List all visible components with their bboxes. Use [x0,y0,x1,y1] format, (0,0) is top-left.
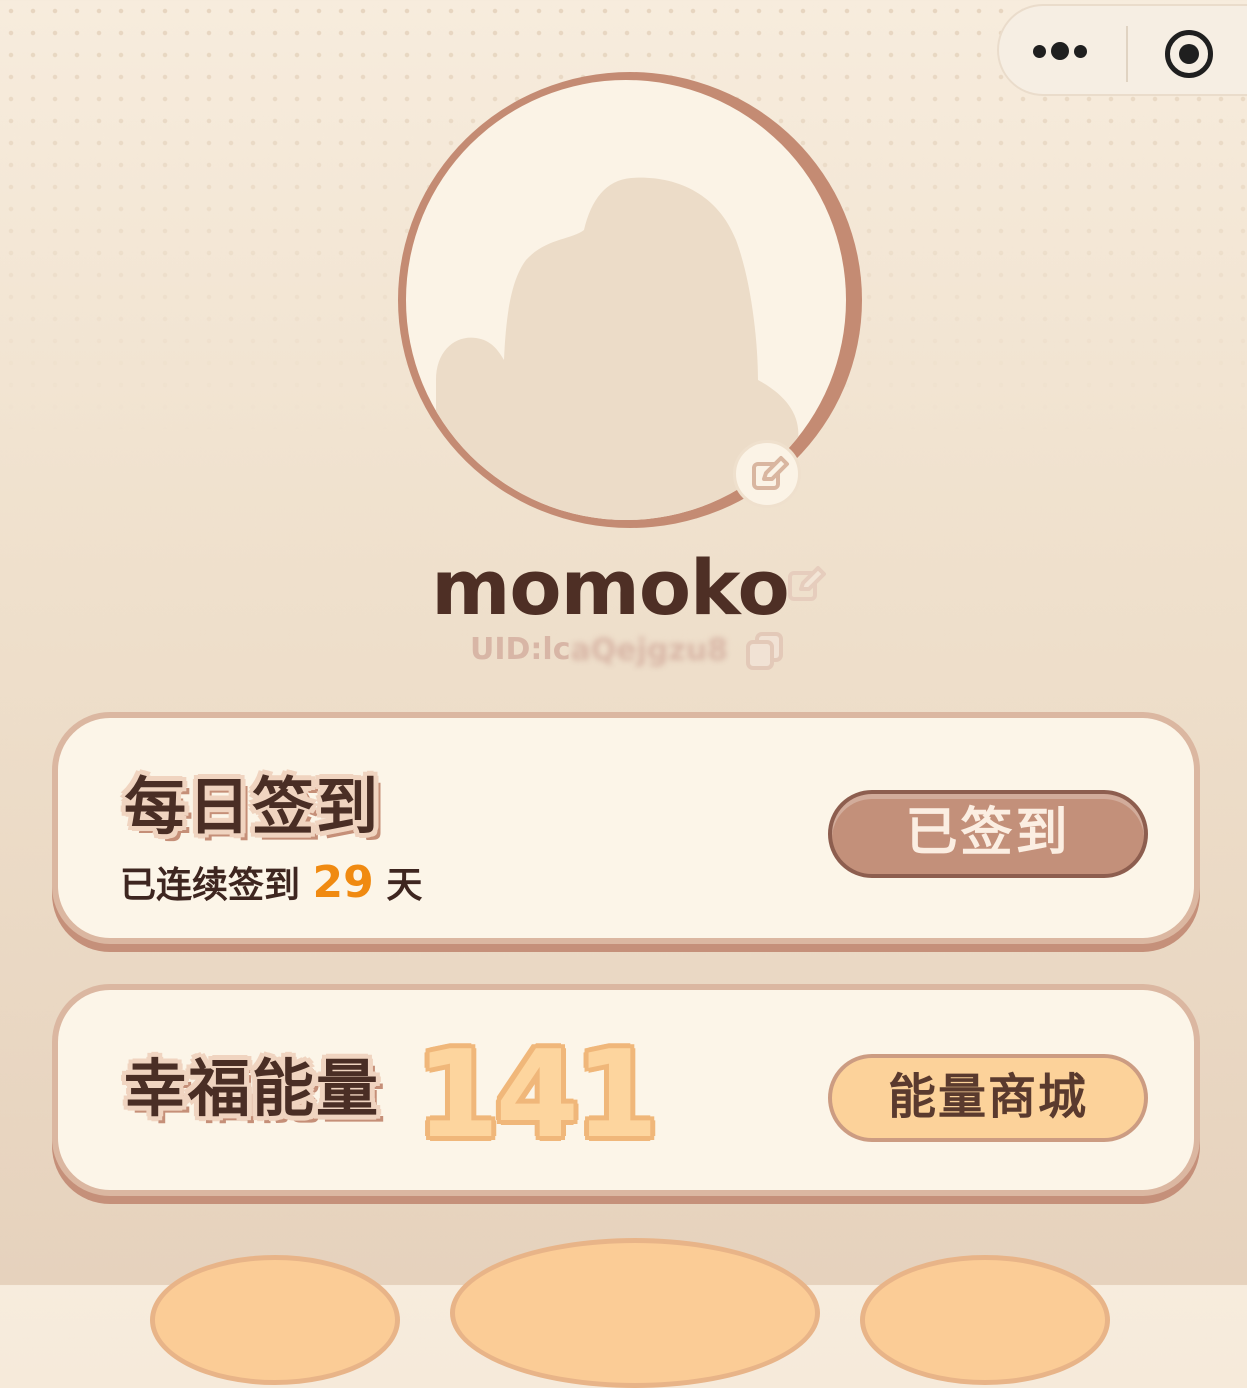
mini-program-capsule [997,4,1247,96]
daily-sign-in-title: 每日签到 [124,770,381,843]
avatar-edit-button[interactable] [733,440,801,508]
menu-bubble-center[interactable] [450,1238,820,1388]
username: momoko [431,543,790,632]
streak-days: 29 [312,857,374,908]
target-circle-icon[interactable] [1165,30,1213,78]
uid-masked: aQejgzu8 [570,632,729,668]
menu-bubble-right[interactable] [860,1255,1110,1385]
streak-suffix: 天 [373,865,423,906]
energy-value: 141 [416,1026,658,1165]
more-dots-icon[interactable] [1027,32,1097,72]
pencil-edit-icon[interactable] [787,565,827,605]
streak-text: 已连续签到 29 天 [120,860,422,909]
happiness-energy-title: 幸福能量 [124,1052,381,1125]
user-id: UID:lcaQejgzu8 [470,628,790,673]
uid-prefix: UID:lc [470,632,571,667]
happiness-energy-card: 幸福能量 141 能量商城 [52,984,1200,1196]
daily-sign-in-card: 每日签到 已连续签到 29 天 已签到 [52,712,1200,944]
streak-prefix: 已连续签到 [120,865,313,906]
signed-in-button[interactable]: 已签到 [828,790,1148,878]
copy-icon[interactable] [745,631,785,671]
energy-shop-button[interactable]: 能量商城 [828,1054,1148,1142]
menu-bubble-left[interactable] [150,1255,400,1385]
capsule-divider [1126,26,1128,82]
pencil-edit-icon [752,456,789,490]
